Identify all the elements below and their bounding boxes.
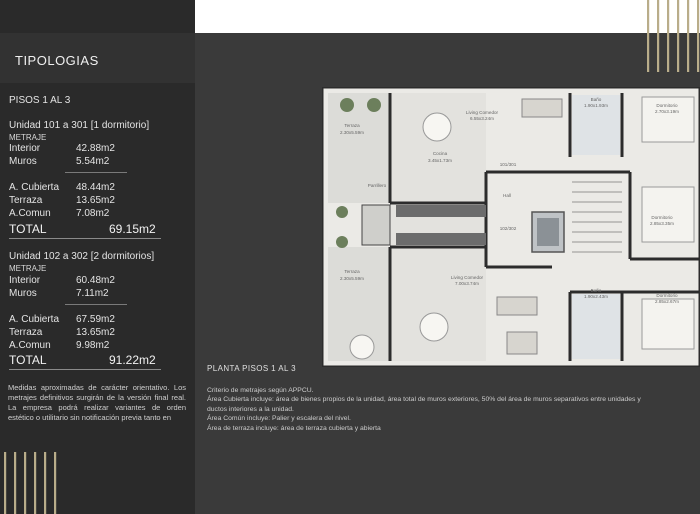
unit1-terraza-label: Terraza: [9, 195, 43, 206]
unit1-cubierta-value: 48.44m2: [76, 182, 115, 193]
unit2-terraza-value: 13.65m2: [76, 327, 115, 338]
room-size: 2.30x5.59m: [340, 130, 364, 135]
unit2-muros-label: Muros: [9, 288, 37, 299]
room-size: 3.45x1.73m: [428, 158, 452, 163]
unit1-muros-value: 5.54m2: [76, 156, 110, 167]
unit2-name: Unidad 102 a 302: [9, 251, 88, 262]
room-size: 6.55x3.24m: [470, 116, 494, 121]
unit1-total-underline: [9, 238, 161, 239]
top-white-banner: [195, 0, 700, 33]
unit2-total-label: TOTAL: [9, 353, 47, 367]
room-size: 2.70x3.19m: [655, 109, 679, 114]
room-label: Terraza: [344, 269, 360, 274]
unit-number-label: 101/301: [500, 162, 517, 167]
unit1-interior-value: 42.88m2: [76, 143, 115, 154]
note-line: ductos interiores a la unidad.: [207, 405, 294, 413]
room-size: 1.90x1.93m: [584, 103, 608, 108]
room-label: Dormitorio: [651, 215, 673, 220]
room-size: 2.85x3.35m: [650, 221, 674, 226]
unit2-block: Unidad 102 a 302 [2 dormitorios]: [9, 251, 154, 262]
room-label: Hall: [503, 193, 511, 198]
note-line: Área Cubierta incluye: área de bienes pr…: [207, 396, 641, 404]
unit1-comun-label: A.Comun: [9, 208, 51, 219]
unit2-type: [2 dormitorios]: [90, 251, 155, 262]
unit1-metraje-label: METRAJE: [9, 133, 47, 142]
unit2-total-underline: [9, 369, 161, 370]
unit2-metraje-label: METRAJE: [9, 264, 47, 273]
unit2-interior-label: Interior: [9, 275, 41, 286]
unit1-cubierta-label: A. Cubierta: [9, 182, 60, 193]
room-size: 2.30x5.59m: [340, 276, 364, 281]
unit1-block: Unidad 101 a 301 [1 dormitorio]: [9, 120, 149, 131]
room-label: Baño: [591, 97, 602, 102]
note-line: Criterio de metrajes según APPCU.: [207, 387, 314, 394]
unit1-comun-value: 7.08m2: [76, 208, 110, 219]
room-size: 7.00x3.74m: [455, 281, 479, 286]
room-label: Dormitorio: [656, 293, 678, 298]
room-label: Cocina: [433, 151, 448, 156]
room-label: Parrillero: [368, 183, 387, 188]
room-size: 2.85x2.67m: [655, 299, 679, 304]
unit1-divider: [65, 172, 127, 173]
unit-number-label: 102/302: [500, 226, 517, 231]
unit1-interior-label: Interior: [9, 143, 41, 154]
unit1-total-value: 69.15m2: [109, 222, 156, 236]
gold-stripes-decoration: [647, 0, 700, 72]
note-line: Área Común incluye: Palier y escalera de…: [207, 415, 351, 423]
unit2-total-value: 91.22m2: [109, 353, 156, 367]
area-criteria-notes: Criterio de metrajes según APPCU. Área C…: [207, 386, 697, 433]
unit2-cubierta-value: 67.59m2: [76, 314, 115, 325]
disclaimer-text: Medidas aproximadas de carácter orientat…: [8, 383, 186, 422]
unit2-cubierta-label: A. Cubierta: [9, 314, 60, 325]
room-label: Terraza: [344, 123, 360, 128]
unit2-terraza-label: Terraza: [9, 327, 43, 338]
unit1-name: Unidad 101 a 301: [9, 120, 88, 131]
room-label: Living Comedor: [466, 110, 499, 115]
unit2-interior-value: 60.48m2: [76, 275, 115, 286]
unit1-muros-label: Muros: [9, 156, 37, 167]
page-title: TIPOLOGIAS: [15, 53, 99, 68]
room-label: Baño: [591, 288, 602, 293]
unit2-comun-value: 9.98m2: [76, 340, 110, 351]
unit2-divider: [65, 304, 127, 305]
unit2-comun-label: A.Comun: [9, 340, 51, 351]
unit1-type: [1 dormitorio]: [90, 120, 150, 131]
unit1-terraza-value: 13.65m2: [76, 195, 115, 206]
floors-subtitle: PISOS 1 AL 3: [9, 95, 71, 106]
floor-plan: Terraza 2.30x5.59m Cocina 3.45x1.73m Liv…: [322, 87, 700, 367]
unit1-total-label: TOTAL: [9, 222, 47, 236]
room-size: 1.90x2.43m: [584, 294, 608, 299]
note-line: Área de terraza incluye: área de terraza…: [207, 424, 381, 432]
room-label: Living Comedor: [451, 275, 484, 280]
room-label: Dormitorio: [656, 103, 678, 108]
plan-caption: PLANTA PISOS 1 AL 3: [207, 364, 296, 373]
gold-stripes-decoration-bottom: [4, 452, 57, 514]
unit2-muros-value: 7.11m2: [76, 288, 109, 299]
typologies-sidebar: TIPOLOGIAS PISOS 1 AL 3 Unidad 101 a 301…: [0, 0, 195, 514]
